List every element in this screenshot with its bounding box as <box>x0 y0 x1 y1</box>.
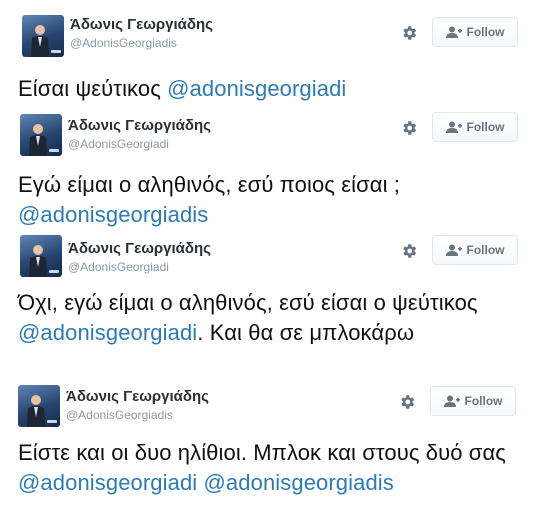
tweet-header: Άδωνις Γεωργιάδης @AdonisGeorgiadi Follo… <box>0 228 552 277</box>
follow-button[interactable]: Follow <box>432 235 518 265</box>
display-name[interactable]: Άδωνις Γεωργιάδης <box>66 388 209 405</box>
tweet-text: Εγώ είμαι ο αληθινός, εσύ ποιος είσαι ; @… <box>18 170 542 230</box>
add-user-icon <box>445 121 462 133</box>
follow-label: Follow <box>466 120 505 134</box>
follow-label: Follow <box>466 243 505 257</box>
tweet-header: Άδωνις Γεωργιάδης @AdonisGeorgiadis Foll… <box>0 0 552 57</box>
avatar[interactable] <box>20 114 62 156</box>
avatar-logo <box>49 149 59 152</box>
tweet-body: Είσαι ψεύτικος <box>18 76 168 101</box>
mention-link[interactable]: @adonisgeorgiadi <box>18 470 197 495</box>
tweet-header: Άδωνις Γεωργιάδης @AdonisGeorgiadis Foll… <box>0 380 552 427</box>
tweet-text: Όχι, εγώ είμαι ο αληθινός, εσύ είσαι ο ψ… <box>18 288 542 348</box>
tweet-body: Όχι, εγώ είμαι ο αληθινός, εσύ είσαι ο ψ… <box>18 290 478 315</box>
tweet-text: Είσαι ψεύτικος @adonisgeorgiadi <box>18 74 542 104</box>
gear-icon[interactable] <box>398 393 416 411</box>
person-icon <box>27 395 45 427</box>
tweet-text: Είστε και οι δυο ηλίθιοι. Μπλοκ και στου… <box>18 438 542 498</box>
person-icon <box>29 124 47 156</box>
add-user-icon <box>445 26 462 38</box>
add-user-icon <box>443 395 460 407</box>
add-user-icon <box>445 244 462 256</box>
person-icon <box>29 245 47 277</box>
username[interactable]: @AdonisGeorgiadis <box>66 408 173 422</box>
gear-icon[interactable] <box>400 242 418 260</box>
follow-label: Follow <box>464 394 503 408</box>
avatar-logo <box>47 420 57 423</box>
gear-icon[interactable] <box>400 24 418 42</box>
avatar-logo <box>51 50 61 53</box>
mention-link[interactable]: @adonisgeorgiadi <box>167 76 346 101</box>
tweet-body-continued: . Και θα σε μπλοκάρω <box>197 320 415 345</box>
mention-link[interactable]: @adonisgeorgiadis <box>18 202 208 227</box>
mention-link[interactable]: @adonisgeorgiadis <box>204 470 394 495</box>
tweet-header: Άδωνις Γεωργιάδης @AdonisGeorgiadi Follo… <box>0 107 552 156</box>
follow-button[interactable]: Follow <box>432 112 518 142</box>
follow-label: Follow <box>466 25 505 39</box>
display-name[interactable]: Άδωνις Γεωργιάδης <box>68 240 211 257</box>
username[interactable]: @AdonisGeorgiadis <box>70 36 177 50</box>
username[interactable]: @AdonisGeorgiadi <box>68 260 169 274</box>
display-name[interactable]: Άδωνις Γεωργιάδης <box>68 117 211 134</box>
gear-icon[interactable] <box>400 119 418 137</box>
avatar[interactable] <box>22 15 64 57</box>
display-name[interactable]: Άδωνις Γεωργιάδης <box>70 16 213 33</box>
tweet-body: Είστε και οι δυο ηλίθιοι. Μπλοκ και στου… <box>18 440 506 465</box>
avatar-logo <box>49 270 59 273</box>
avatar[interactable] <box>18 385 60 427</box>
mention-link[interactable]: @adonisgeorgiadi <box>18 320 197 345</box>
avatar[interactable] <box>20 235 62 277</box>
person-icon <box>31 25 49 57</box>
username[interactable]: @AdonisGeorgiadi <box>68 137 169 151</box>
tweet-body: Εγώ είμαι ο αληθινός, εσύ ποιος είσαι ; <box>18 172 401 197</box>
follow-button[interactable]: Follow <box>432 17 518 47</box>
follow-button[interactable]: Follow <box>430 386 516 416</box>
